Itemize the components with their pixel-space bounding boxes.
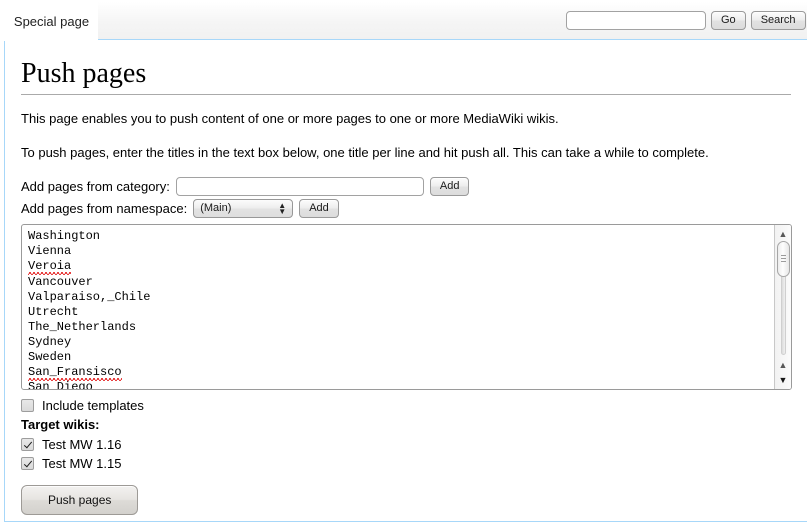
scrollbar-thumb[interactable] bbox=[777, 241, 790, 278]
target-wiki-row[interactable]: Test MW 1.16 bbox=[21, 437, 791, 452]
page-title-text: Sydney bbox=[28, 334, 72, 349]
category-input[interactable] bbox=[175, 177, 424, 197]
add-from-category-row: Add pages from category: Add bbox=[21, 177, 791, 197]
search-input[interactable] bbox=[566, 11, 706, 31]
page-title-line: San_Fransisco bbox=[28, 365, 122, 380]
scroll-down-arrow-icon[interactable]: ▼ bbox=[775, 373, 791, 387]
push-pages-button[interactable]: Push pages bbox=[21, 485, 139, 516]
tab-special-page[interactable]: Special page bbox=[5, 2, 98, 42]
target-wiki-label[interactable]: Test MW 1.15 bbox=[42, 456, 121, 471]
page-title-line: Veroia bbox=[28, 259, 72, 274]
scroll-up-arrow-bottom-icon[interactable]: ▲ bbox=[775, 358, 791, 372]
page-title-text: Utrecht bbox=[28, 304, 79, 319]
add-pages-controls: Add pages from category: Add Add pages f… bbox=[21, 177, 791, 219]
namespace-select[interactable]: (Main) ▲ ▼ bbox=[193, 199, 294, 219]
page-title-text: San_Diego bbox=[28, 380, 93, 390]
scroll-up-arrow-top-icon[interactable]: ▲ bbox=[775, 227, 791, 241]
options-section: Include templates Target wikis: Test MW … bbox=[21, 398, 791, 471]
namespace-select-value: (Main) bbox=[200, 202, 232, 215]
page-title-line: Utrecht bbox=[28, 305, 78, 320]
page-title-text: Washington bbox=[28, 229, 101, 244]
browser-page: Special page Go Search Push pages This p… bbox=[0, 0, 807, 522]
chevron-updown-icon: ▲ ▼ bbox=[278, 201, 287, 216]
tab-special-page-label: Special page bbox=[13, 13, 90, 29]
add-from-category-label: Add pages from category: bbox=[21, 179, 170, 195]
page-title-line: The_Netherlands bbox=[28, 320, 136, 335]
page-title-text: Sweden bbox=[28, 350, 72, 365]
page-title-line: Sydney bbox=[28, 335, 71, 350]
chevron-down-glyph: ▼ bbox=[278, 206, 287, 216]
page-title-line: Sweden bbox=[28, 350, 71, 365]
intro-paragraph-1: This page enables you to push content of… bbox=[21, 110, 559, 126]
page-title-line: Vancouver bbox=[28, 275, 93, 290]
go-button[interactable]: Go bbox=[711, 11, 746, 31]
page-title-text: Veroia bbox=[28, 259, 72, 274]
page-title: Push pages bbox=[21, 58, 791, 95]
scrollbar-thumb-grip-icon bbox=[781, 255, 786, 263]
add-namespace-button[interactable]: Add bbox=[299, 199, 339, 219]
include-templates-row[interactable]: Include templates bbox=[21, 398, 791, 413]
target-wiki-checkbox[interactable] bbox=[21, 438, 34, 452]
target-wiki-label[interactable]: Test MW 1.16 bbox=[42, 437, 121, 452]
search-zone: Go Search bbox=[566, 11, 806, 31]
pages-textarea-content[interactable]: Washington Vienna Veroia Vancouver Valparais… bbox=[22, 225, 774, 389]
page-title-text: Valparaiso,_Chile bbox=[28, 289, 151, 304]
target-wiki-checkbox[interactable] bbox=[21, 457, 34, 471]
textarea-vertical-scrollbar[interactable]: ▲ ▲ ▼ bbox=[774, 225, 791, 390]
target-wiki-row[interactable]: Test MW 1.15 bbox=[21, 456, 791, 471]
page-title-text: Vienna bbox=[28, 244, 72, 259]
page-title-text: Vancouver bbox=[28, 274, 93, 289]
include-templates-checkbox[interactable] bbox=[21, 399, 34, 413]
include-templates-label[interactable]: Include templates bbox=[42, 398, 144, 413]
search-button[interactable]: Search bbox=[750, 11, 806, 31]
page-title-line: Washington bbox=[28, 229, 100, 244]
add-category-button[interactable]: Add bbox=[429, 177, 470, 197]
content-area: Push pages This page enables you to push… bbox=[4, 41, 807, 522]
target-wikis-list: Test MW 1.16 Test MW 1.15 bbox=[21, 437, 791, 471]
target-wikis-heading: Target wikis: bbox=[21, 417, 100, 433]
intro-paragraph-2: To push pages, enter the titles in the t… bbox=[21, 144, 709, 160]
page-title-line: San_Diego bbox=[28, 380, 93, 389]
tab-bar: Special page Go Search bbox=[0, 0, 807, 42]
page-title-line: Valparaiso,_Chile bbox=[28, 290, 150, 305]
page-title-text: San_Fransisco bbox=[28, 365, 122, 380]
add-from-namespace-label: Add pages from namespace: bbox=[21, 201, 188, 217]
add-from-namespace-row: Add pages from namespace: (Main) ▲ ▼ Add bbox=[21, 199, 791, 219]
page-title-line: Vienna bbox=[28, 244, 71, 259]
pages-textarea[interactable]: Washington Vienna Veroia Vancouver Valparais… bbox=[21, 224, 792, 391]
page-title-text: The_Netherlands bbox=[28, 319, 137, 334]
